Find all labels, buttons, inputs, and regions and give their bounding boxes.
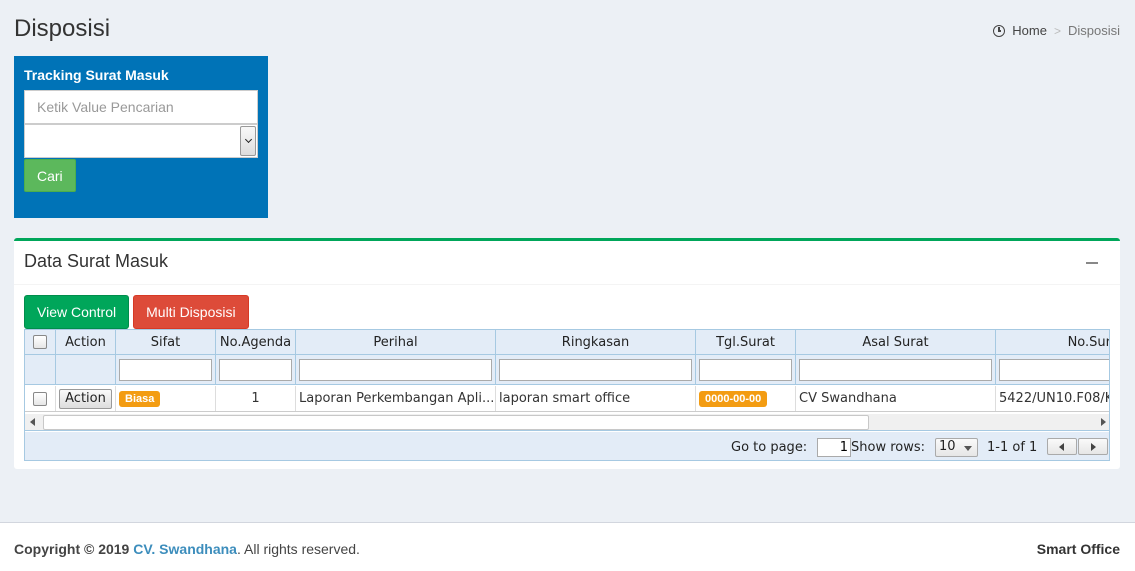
scroll-left-icon[interactable]: [30, 418, 35, 426]
row-action-button[interactable]: Action: [59, 388, 112, 409]
breadcrumb-current: Disposisi: [1067, 23, 1120, 38]
filter-cell: [296, 355, 496, 384]
column-header[interactable]: Perihal: [296, 330, 496, 354]
filter-input[interactable]: [799, 358, 992, 381]
breadcrumb-home-label: Home: [1012, 23, 1047, 38]
multi-disposisi-button[interactable]: Multi Disposisi: [133, 295, 249, 329]
view-control-button[interactable]: View Control: [24, 295, 130, 329]
filter-cell: [496, 355, 696, 384]
filter-input[interactable]: [299, 358, 492, 381]
copyright: Copyright © 2019 CV. Swandhana. All righ…: [14, 541, 360, 557]
breadcrumb-separator: >: [1053, 23, 1061, 38]
filter-cell: [56, 355, 116, 384]
filter-input[interactable]: [119, 358, 212, 381]
filter-cell: [216, 355, 296, 384]
page-title: Disposisi: [14, 15, 111, 42]
rows-per-page-select[interactable]: 10: [935, 438, 978, 457]
tracking-panel: Tracking Surat Masuk Cari: [14, 56, 268, 218]
show-rows-label: Show rows:: [851, 440, 926, 455]
grid-filter-row: [25, 355, 1109, 385]
toolbar: View Control Multi Disposisi: [24, 295, 249, 329]
tracking-search-input[interactable]: [24, 90, 258, 124]
page-range-text: 1-1 of 1: [987, 440, 1038, 455]
tgl-surat-cell: 0000-00-00: [696, 386, 796, 411]
sifat-cell: Biasa: [116, 386, 216, 411]
perihal-text: Laporan Perkembangan Apli...: [299, 391, 495, 406]
copyright-prefix: Copyright © 2019: [14, 541, 130, 557]
footer-brand: Smart Office: [1036, 541, 1120, 557]
column-header[interactable]: Asal Surat: [796, 330, 996, 354]
filter-input[interactable]: [219, 358, 292, 381]
page-number-input[interactable]: [817, 438, 851, 457]
scroll-right-icon[interactable]: [1101, 418, 1106, 426]
breadcrumb-home-link[interactable]: Home: [993, 23, 1047, 38]
box-title: Data Surat Masuk: [24, 251, 169, 271]
grid-pager: Go to page: Show rows: 10 1-1 of 1: [25, 432, 1109, 460]
copyright-suffix: . All rights reserved.: [236, 541, 360, 557]
filter-input[interactable]: [999, 358, 1109, 381]
horizontal-scrollbar[interactable]: [25, 414, 1109, 431]
tracking-field-select[interactable]: [24, 124, 258, 158]
grid-header-row: Action Sifat No.Agenda Perihal Ringkasan…: [25, 330, 1109, 355]
tgl-surat-badge: 0000-00-00: [699, 390, 768, 407]
column-header[interactable]: Tgl.Surat: [696, 330, 796, 354]
no-surat-cell: 5422/UN10.F08/K: [999, 391, 1110, 406]
filter-cell: [996, 355, 1109, 384]
scrollbar-thumb[interactable]: [43, 415, 869, 430]
filter-input[interactable]: [699, 358, 792, 381]
breadcrumb: Home > Disposisi: [993, 23, 1120, 38]
footer: Copyright © 2019 CV. Swandhana. All righ…: [0, 522, 1135, 571]
search-button[interactable]: Cari: [24, 159, 76, 192]
chevron-down-icon: [244, 135, 252, 144]
minus-icon[interactable]: [1086, 262, 1098, 264]
perihal-cell: Laporan Perkembangan Apli...: [296, 386, 496, 411]
filter-cell: [696, 355, 796, 384]
filter-cell: [116, 355, 216, 384]
row-select-cell: [25, 386, 56, 411]
filter-input[interactable]: [499, 358, 692, 381]
next-page-button[interactable]: [1078, 438, 1108, 455]
goto-page-label: Go to page:: [731, 440, 808, 455]
column-header[interactable]: Sifat: [116, 330, 216, 354]
previous-page-button[interactable]: [1047, 438, 1077, 455]
asal-surat-cell: CV Swandhana: [796, 386, 996, 411]
column-header[interactable]: Ringkasan: [496, 330, 696, 354]
column-header[interactable]: Action: [56, 330, 116, 354]
select-all-checkbox[interactable]: [33, 335, 47, 349]
clock-icon: [993, 24, 1006, 37]
data-grid: Action Sifat No.Agenda Perihal Ringkasan…: [24, 329, 1110, 461]
company-link[interactable]: CV. Swandhana: [133, 541, 237, 557]
select-all-cell: [25, 330, 56, 354]
filter-cell: [25, 355, 56, 384]
row-checkbox[interactable]: [33, 391, 47, 406]
column-header[interactable]: No.Sur: [996, 330, 1109, 354]
box-header: Data Surat Masuk: [14, 241, 1120, 285]
no-agenda-cell: 1: [216, 386, 296, 411]
column-header[interactable]: No.Agenda: [216, 330, 296, 354]
table-row[interactable]: Action Biasa 1 Laporan Perkembangan Apli…: [25, 386, 1110, 412]
grid-viewport: Action Sifat No.Agenda Perihal Ringkasan…: [25, 330, 1110, 412]
filter-cell: [796, 355, 996, 384]
tracking-title: Tracking Surat Masuk: [24, 67, 169, 83]
action-cell: Action: [56, 386, 116, 411]
sifat-badge: Biasa: [119, 390, 161, 407]
select-dropdown-button[interactable]: [240, 126, 256, 156]
ringkasan-cell: laporan smart office: [496, 386, 696, 411]
data-surat-masuk-box: Data Surat Masuk View Control Multi Disp…: [14, 238, 1120, 469]
